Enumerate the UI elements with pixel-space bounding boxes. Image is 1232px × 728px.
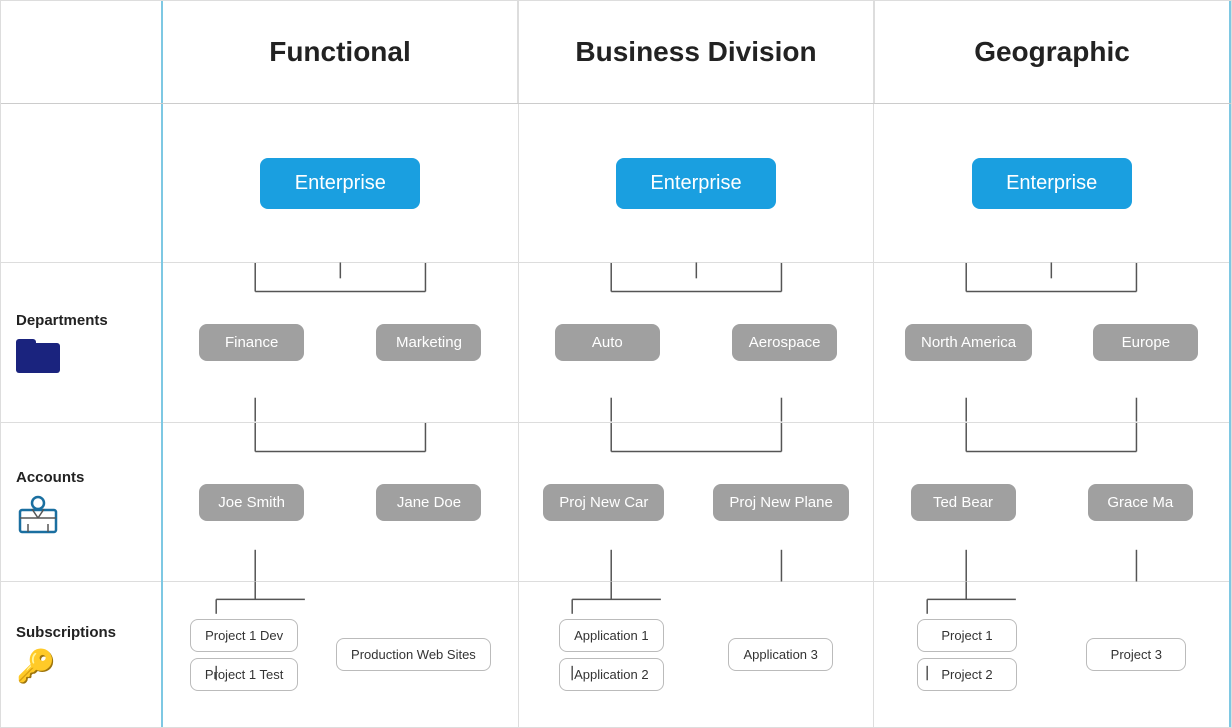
functional-column: Enterprise [163, 104, 519, 727]
business-sub-app1: Application 1 [559, 619, 663, 652]
business-acct-projnewplane: Proj New Plane [713, 484, 848, 521]
geographic-acct-gracema: Grace Ma [1088, 484, 1193, 521]
business-departments-row: Auto Aerospace [519, 263, 874, 422]
business-enterprise-node: Enterprise [616, 158, 776, 209]
geographic-sub-proj2: Project 2 [917, 658, 1017, 691]
header-label-spacer [1, 1, 161, 103]
business-acct-projnewcar: Proj New Car [543, 484, 664, 521]
subscriptions-label-text: Subscriptions [16, 624, 116, 641]
geographic-accounts-row: Ted Bear Grace Ma [874, 423, 1229, 582]
key-icon: 🔑 [16, 647, 56, 685]
business-sub-app3: Application 3 [728, 638, 832, 671]
accounts-label-text: Accounts [16, 469, 84, 486]
functional-enterprise-row: Enterprise [163, 104, 518, 263]
geographic-acct-tedbear: Ted Bear [911, 484, 1016, 521]
header-functional: Functional [161, 1, 518, 103]
header-row: Functional Business Division Geographic [1, 1, 1231, 104]
business-dept-auto: Auto [555, 324, 660, 361]
header-geographic-title: Geographic [974, 36, 1130, 68]
business-sub-app2: Application 2 [559, 658, 663, 691]
folder-icon [16, 335, 60, 373]
geographic-sub-proj3: Project 3 [1086, 638, 1186, 671]
functional-sub-proj1test: Project 1 Test [190, 658, 299, 691]
geographic-sub-proj1: Project 1 [917, 619, 1017, 652]
label-enterprise [1, 104, 161, 263]
business-column: Enterprise [519, 104, 875, 727]
geographic-departments-row: North America Europe [874, 263, 1229, 422]
accounts-icon [16, 492, 60, 536]
geographic-subscriptions-row: Project 1 Project 2 Project 3 [874, 582, 1229, 727]
label-subscriptions: Subscriptions 🔑 [1, 582, 161, 727]
header-functional-title: Functional [269, 36, 411, 68]
functional-subscriptions-row: Project 1 Dev Project 1 Test Production … [163, 582, 518, 727]
functional-accounts-row: Joe Smith Jane Doe [163, 423, 518, 582]
header-geographic: Geographic [874, 1, 1231, 103]
departments-label-text: Departments [16, 312, 108, 329]
functional-dept-finance: Finance [199, 324, 304, 361]
functional-enterprise-node: Enterprise [260, 158, 420, 209]
label-accounts: Accounts [1, 423, 161, 582]
labels-column: Departments Accounts [1, 104, 161, 727]
business-dept-aerospace: Aerospace [732, 324, 837, 361]
business-subscriptions-row: Application 1 Application 2 Application … [519, 582, 874, 727]
geographic-enterprise-node: Enterprise [972, 158, 1132, 209]
functional-sub-prodweb: Production Web Sites [336, 638, 491, 671]
label-departments: Departments [1, 263, 161, 422]
business-accounts-row: Proj New Car Proj New Plane [519, 423, 874, 582]
header-business-title: Business Division [575, 36, 816, 68]
geographic-column: Enterprise [874, 104, 1229, 727]
functional-acct-joesmith: Joe Smith [199, 484, 304, 521]
geographic-dept-northamerica: North America [905, 324, 1032, 361]
functional-dept-marketing: Marketing [376, 324, 481, 361]
functional-acct-janedoe: Jane Doe [376, 484, 481, 521]
header-business: Business Division [518, 1, 874, 103]
functional-departments-row: Finance Marketing [163, 263, 518, 422]
geographic-dept-europe: Europe [1093, 324, 1198, 361]
geographic-enterprise-row: Enterprise [874, 104, 1229, 263]
functional-sub-proj1dev: Project 1 Dev [190, 619, 298, 652]
business-enterprise-row: Enterprise [519, 104, 874, 263]
